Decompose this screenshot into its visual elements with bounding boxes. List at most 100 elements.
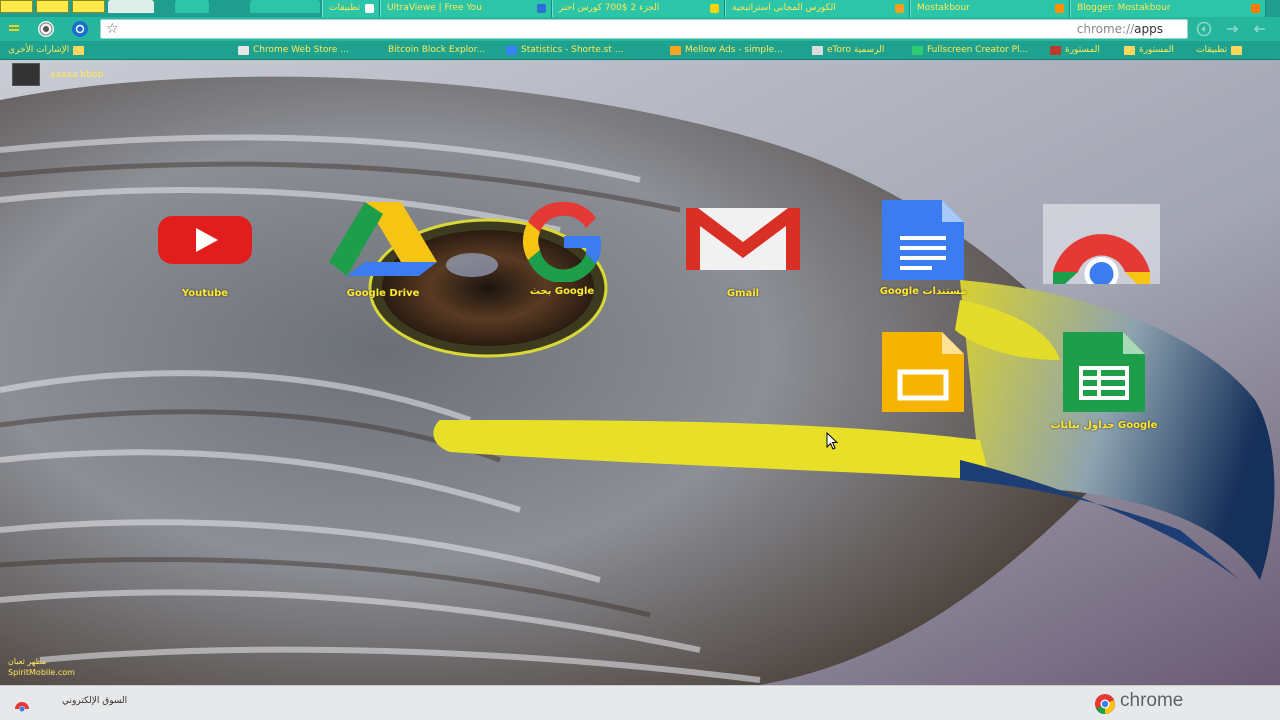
ultraviewer-extension-icon[interactable]: [38, 21, 54, 37]
tab-course-part2[interactable]: الجزء 2 $700 كورس احتر: [552, 0, 725, 17]
chrome-logo-icon: [1095, 694, 1115, 715]
bookmark-apps[interactable]: تطبيقات: [1196, 43, 1244, 58]
tab-apps[interactable]: تطبيقات: [322, 0, 380, 17]
google-slides-icon: [882, 332, 964, 412]
tab-label: الكورس المجاني استراتيجية: [732, 3, 836, 13]
apps-grid-icon: [1231, 46, 1243, 55]
bookmarks-bar: الإشارات الأخرى Chrome Web Store ... Bit…: [0, 41, 1280, 60]
youtube-icon: [158, 216, 252, 264]
window-button-1[interactable]: [0, 0, 33, 13]
bookmark-chrome-web-store[interactable]: Chrome Web Store ...: [236, 43, 349, 58]
forward-icon[interactable]: [1224, 21, 1240, 37]
bookmark-folder-1[interactable]: المستورة: [1048, 43, 1100, 58]
google-docs-icon: [882, 200, 964, 280]
blogger-favicon-icon: [1055, 4, 1064, 13]
app-label: Youtube: [181, 288, 229, 299]
bookmark-label: Fullscreen Creator Pl...: [927, 45, 1029, 55]
bookmark-folder-2[interactable]: المستورة: [1122, 43, 1174, 58]
tab-mostakbour[interactable]: Mostakbour: [910, 0, 1070, 17]
reload-icon[interactable]: [1252, 21, 1268, 37]
app-chrome[interactable]: [1043, 204, 1160, 291]
bookmark-label: Mellow Ads - simple...: [685, 45, 783, 55]
page-favicon-icon: [537, 4, 546, 13]
page-icon: [812, 46, 823, 55]
wallpaper-credit: مظهر ثعبان SpiritMobile.com: [8, 656, 75, 678]
tab-label: UltraViewe | Free You: [387, 3, 482, 13]
chrome-brand: chrome: [1094, 690, 1216, 716]
gmail-icon: [686, 208, 800, 270]
tab-stub[interactable]: [108, 0, 154, 13]
folder-favicon-icon: [710, 4, 719, 13]
bookmark-mellow-ads[interactable]: Mellow Ads - simple...: [668, 43, 783, 58]
bookmark-label: Chrome Web Store ...: [253, 45, 349, 55]
web-store-icon[interactable]: [14, 697, 30, 713]
tab-label: Blogger: Mostakbour: [1077, 3, 1171, 13]
app-google-sheets[interactable]: جداول بيانات Google: [1051, 330, 1157, 431]
bookmark-other[interactable]: الإشارات الأخرى: [8, 43, 86, 58]
app-google-search[interactable]: بحث Google: [506, 198, 618, 297]
apps-favicon-icon: [365, 4, 374, 13]
page-icon: [670, 46, 681, 55]
web-store-icon: [238, 46, 249, 55]
credit-line-1: مظهر ثعبان: [8, 657, 47, 666]
google-sheets-icon: [1063, 332, 1145, 412]
tab-free-course[interactable]: الكورس المجاني استراتيجية: [725, 0, 910, 17]
tab-strip: تطبيقات UltraViewe | Free You الجزء 2 $7…: [0, 0, 1280, 17]
bookmark-label: Bitcoin Block Explor...: [388, 45, 486, 55]
tab-label: الجزء 2 $700 كورس احتر: [559, 3, 660, 13]
bookmark-etoro[interactable]: eToro الرسمية: [810, 43, 884, 58]
tab-label: Mostakbour: [917, 3, 970, 13]
new-tab-stub[interactable]: [175, 0, 209, 13]
app-gmail[interactable]: Gmail: [684, 206, 802, 299]
window-button-3[interactable]: [72, 0, 105, 13]
app-google-slides[interactable]: [880, 330, 966, 414]
tab-blogger[interactable]: Blogger: Mostakbour: [1070, 0, 1266, 17]
site-favicon-icon: [895, 4, 904, 13]
mouse-cursor-icon: [826, 432, 838, 450]
web-store-link[interactable]: السوق الإلكتروني: [62, 696, 127, 706]
bookmark-label: تطبيقات: [1196, 45, 1228, 55]
page-icon: [912, 46, 923, 55]
bookmark-label: المستورة: [1139, 45, 1174, 55]
extension-icon[interactable]: [72, 21, 88, 37]
app-label: Google Drive: [346, 288, 420, 299]
filter-icon: [506, 46, 517, 55]
apps-page: aaaaa bbbb Youtube Google Drive بحث Goog…: [0, 60, 1280, 685]
blogger-favicon-icon: [1251, 4, 1260, 13]
menu-icon[interactable]: [6, 21, 22, 37]
google-search-icon: [522, 201, 602, 284]
bookmark-shorte-st[interactable]: Statistics - Shorte.st ...: [504, 43, 623, 58]
tab-label: تطبيقات: [329, 3, 361, 13]
bookmark-star-icon[interactable]: ☆: [106, 21, 119, 37]
bookmark-fullscreen-creator[interactable]: Fullscreen Creator Pl...: [910, 43, 1028, 58]
credit-line-2: SpiritMobile.com: [8, 668, 75, 677]
app-youtube[interactable]: Youtube: [156, 212, 254, 299]
bookmark-label: المستورة: [1065, 45, 1100, 55]
back-icon[interactable]: [1196, 21, 1212, 37]
app-label: Google مستندات: [879, 286, 967, 297]
user-name: aaaaa bbbb: [50, 70, 104, 80]
app-label: بحث Google: [529, 286, 595, 297]
bookmark-label: الإشارات الأخرى: [8, 45, 70, 55]
google-drive-icon: [329, 202, 437, 276]
tab-ultraviewer[interactable]: UltraViewe | Free You: [380, 0, 552, 17]
address-bar[interactable]: ☆ chrome://apps: [100, 19, 1188, 39]
app-google-drive[interactable]: Google Drive: [327, 200, 439, 299]
folder-icon: [1124, 46, 1135, 55]
bookmark-bitcoin-explorer[interactable]: Bitcoin Block Explor...: [371, 43, 485, 58]
window-controls: [0, 0, 108, 14]
bookmark-label: eToro الرسمية: [827, 45, 885, 55]
bookmark-label: Statistics - Shorte.st ...: [521, 45, 624, 55]
tab-stub-2[interactable]: [250, 0, 320, 13]
app-label: جداول بيانات Google: [1050, 420, 1158, 431]
window-button-2[interactable]: [36, 0, 69, 13]
page-icon: [1050, 46, 1061, 55]
chrome-icon: [1053, 234, 1150, 291]
toolbar: ☆ chrome://apps: [0, 17, 1280, 41]
url-text: chrome://apps: [1076, 22, 1163, 36]
chrome-wordmark: chrome: [1120, 690, 1184, 711]
bottom-bar: السوق الإلكتروني chrome: [0, 685, 1280, 720]
app-google-docs[interactable]: Google مستندات: [880, 198, 966, 297]
app-label: Gmail: [726, 288, 760, 299]
avatar: [12, 63, 40, 86]
